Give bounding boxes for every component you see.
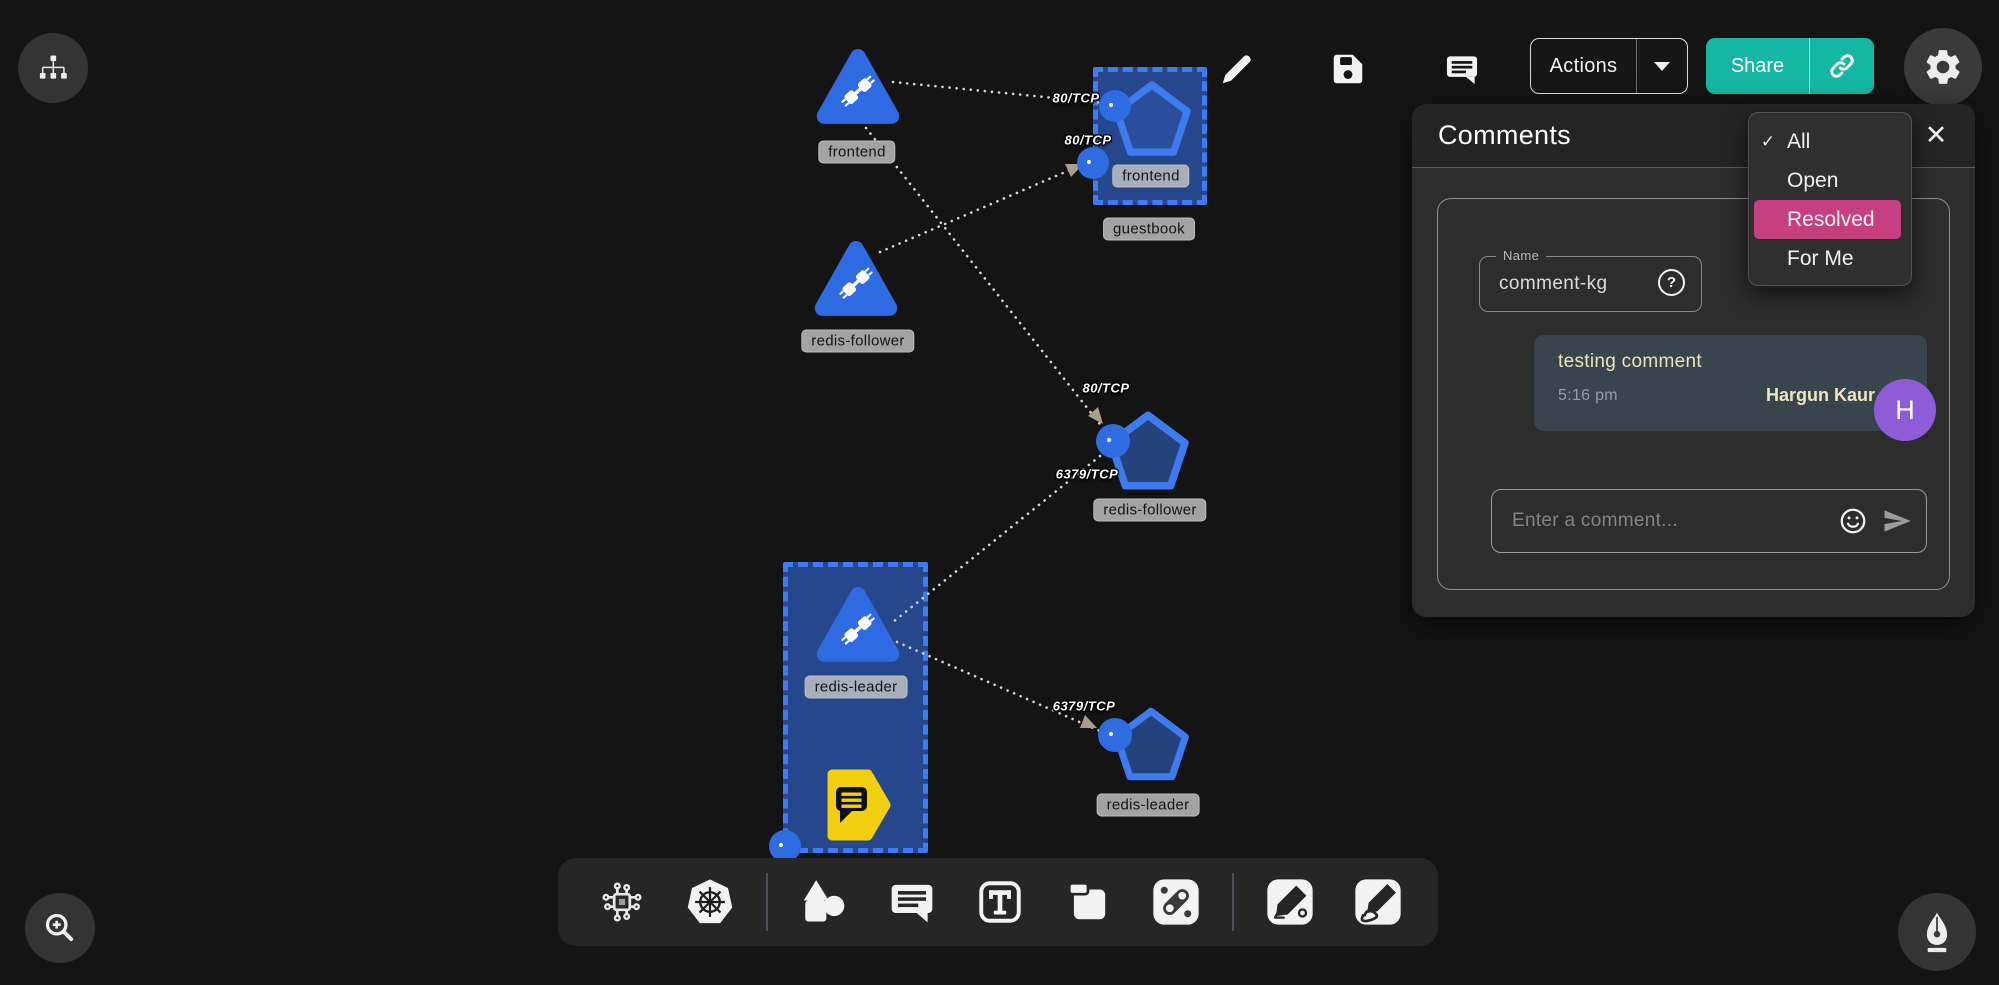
node-service-redis-follower[interactable] [813,238,899,318]
edge-label-6379tcp: 6379/TCP [1053,699,1116,714]
node-service-redis-leader[interactable] [815,584,901,664]
name-field-label: Name [1496,248,1546,263]
edge-label-80tcp: 80/TCP [1082,381,1129,396]
node-graph-tool[interactable] [597,877,647,927]
service-triangle-icon [813,238,899,318]
name-field-value: comment-kg [1499,273,1608,295]
comment-tool[interactable] [887,877,937,927]
filter-option-open[interactable]: Open [1749,161,1911,200]
panel-title: Comments [1438,120,1571,151]
help-icon[interactable]: ? [1658,269,1685,296]
comment-timestamp: 5:16 pm [1558,387,1618,405]
copy-link-button[interactable] [1810,38,1874,94]
avatar: H [1874,379,1936,441]
pen-mode-button[interactable] [1898,893,1976,971]
filter-option-label: For Me [1787,247,1911,271]
settings-button[interactable] [1904,28,1982,106]
comment-input-container [1491,489,1927,553]
actions-button[interactable]: Actions [1530,38,1688,94]
hierarchy-tree-icon [33,48,73,88]
pen-tool[interactable] [1265,877,1315,927]
label-pod-frontend: frontend [1112,165,1189,188]
port-circle[interactable] [1096,424,1130,458]
filter-option-label: Resolved [1787,208,1901,232]
emoji-icon[interactable] [1838,506,1868,536]
comments-filter-menu: ✓ All Open Resolved For Me [1748,112,1912,286]
label-service-frontend: frontend [818,141,895,164]
label-group-guestbook: guestbook [1103,218,1195,241]
toolbar-divider [766,873,768,931]
toolbar-divider [1232,873,1234,931]
yellow-annotation-icon [820,766,894,842]
actions-dropdown-toggle[interactable] [1637,39,1687,93]
annotation-comment-icon[interactable] [820,766,894,842]
gear-icon [1922,46,1964,88]
frame-tool[interactable] [1063,877,1113,927]
scribble-tool[interactable] [1353,877,1403,927]
label-pod-redis-leader: redis-leader [1097,794,1200,817]
text-tool[interactable] [975,877,1025,927]
filter-option-resolved[interactable]: Resolved [1754,200,1901,239]
comment-author: Hargun Kaur [1766,385,1875,406]
share-button[interactable]: Share [1706,38,1874,94]
bottom-toolbar [558,858,1438,946]
save-button[interactable] [1329,50,1367,88]
label-pod-redis-follower: redis-follower [1093,499,1206,522]
edge-arrowhead [1088,407,1103,424]
filter-option-label: All [1787,130,1911,154]
pencil-icon [1218,50,1256,88]
link-icon [1827,51,1857,81]
zoom-in-button[interactable] [25,893,95,963]
service-triangle-icon [815,46,901,126]
send-icon[interactable] [1882,506,1912,536]
connector-tool[interactable] [1151,877,1201,927]
share-label: Share [1706,38,1809,94]
pen-nib-icon [1914,909,1960,955]
edge-frontend-redis-follower-pod [866,128,1103,428]
comment-bubble-icon [1443,50,1481,88]
filter-option-label: Open [1787,169,1911,193]
edge-label-80tcp: 80/TCP [1052,91,1099,106]
actions-label: Actions [1531,55,1636,78]
magnifier-plus-icon [39,907,81,949]
label-service-redis-follower: redis-follower [801,330,914,353]
hierarchy-view-button[interactable] [18,33,88,103]
node-service-frontend[interactable] [815,46,901,126]
kubernetes-tool[interactable] [685,877,735,927]
caret-down-icon [1654,62,1670,71]
comment-item[interactable]: testing comment 5:16 pm Hargun Kaur [1534,335,1927,431]
shapes-tool[interactable] [799,877,849,927]
filter-option-for-me[interactable]: For Me [1749,239,1911,278]
floppy-disk-icon [1329,50,1367,88]
app-screen: frontend frontend guestbook redis-follow… [0,0,1999,985]
port-circle[interactable] [1077,147,1109,179]
port-circle[interactable] [1098,718,1132,752]
comments-toggle-button[interactable] [1443,50,1481,88]
edit-button[interactable] [1218,50,1256,88]
comment-input[interactable] [1492,510,1838,532]
service-triangle-icon [815,584,901,664]
port-circle[interactable] [1099,90,1131,122]
close-icon[interactable]: ✕ [1919,118,1953,152]
name-field[interactable]: Name comment-kg ? [1479,256,1702,312]
edge-redis-follower-guestbook [880,163,1086,252]
edge-arrowhead [1080,715,1097,728]
check-icon: ✓ [1749,132,1787,152]
comment-text: testing comment [1558,351,1702,373]
edge-label-80tcp: 80/TCP [1064,133,1111,148]
label-service-redis-leader: redis-leader [805,676,908,699]
edge-label-6379tcp: 6379/TCP [1056,467,1119,482]
filter-option-all[interactable]: ✓ All [1749,122,1911,161]
